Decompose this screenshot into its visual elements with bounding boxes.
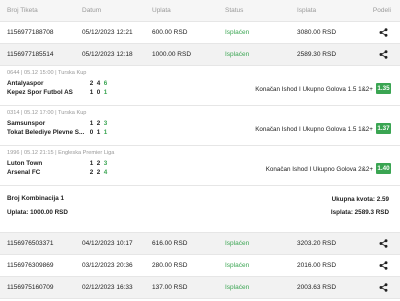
ticket-payout: 2003.63 RSD bbox=[297, 284, 337, 291]
ticket-id: 1156977188708 bbox=[7, 29, 54, 36]
odd-badge: 1.35 bbox=[376, 83, 391, 94]
ticket-date: 02/12/2023 16:33 bbox=[82, 284, 133, 291]
share-icon[interactable] bbox=[379, 261, 388, 270]
score-ht: 2 bbox=[89, 169, 94, 176]
bet-pick: Konačan Ishod I Ukupno Golova 2&2+ bbox=[265, 166, 373, 173]
share-button[interactable] bbox=[367, 261, 400, 270]
match-meta: 0314 | 05.12 17:00 | Turska Kup bbox=[7, 110, 87, 116]
ticket-stake: 1000.00 RSD bbox=[152, 51, 192, 58]
away-team: Kepez Spor Futbol AS bbox=[7, 89, 73, 96]
col-ticket-id: Broj Tiketa bbox=[7, 7, 38, 14]
ticket-date: 04/12/2023 10:17 bbox=[82, 240, 133, 247]
ticket-stake: 600.00 RSD bbox=[152, 29, 188, 36]
score-ht: 2 bbox=[89, 80, 94, 87]
col-date: Datum bbox=[82, 7, 102, 14]
score-ht: 1 bbox=[89, 160, 94, 167]
share-button[interactable] bbox=[367, 283, 400, 292]
share-icon[interactable] bbox=[379, 28, 388, 37]
share-button[interactable] bbox=[367, 239, 400, 248]
table-header: Broj Tiketa Datum Uplata Status Isplata … bbox=[0, 0, 400, 22]
score-sh: 2 bbox=[96, 160, 101, 167]
score-sh: 0 bbox=[96, 89, 101, 96]
col-status: Status bbox=[225, 7, 244, 14]
table-row[interactable]: 1156975160709 02/12/2023 16:33 137.00 RS… bbox=[0, 277, 400, 299]
score-total: 4 bbox=[103, 169, 108, 176]
table-row[interactable]: 1156976309869 03/12/2023 20:36 280.00 RS… bbox=[0, 255, 400, 277]
share-button[interactable] bbox=[367, 28, 400, 37]
ticket-payout: 3080.00 RSD bbox=[297, 29, 337, 36]
ticket-id: 1156977185514 bbox=[7, 51, 54, 58]
score-total: 6 bbox=[103, 80, 108, 87]
away-team: Tokat Belediye Plevne S... bbox=[7, 129, 85, 136]
score-total: 1 bbox=[103, 129, 108, 136]
score-sh: 2 bbox=[96, 169, 101, 176]
match-item: 0644 | 05.12 15:00 | Turska Kup Antalyas… bbox=[0, 66, 400, 106]
match-item: 1996 | 05.12 21:15 | Engleska Premier Li… bbox=[0, 146, 400, 186]
score-ht: 1 bbox=[89, 120, 94, 127]
ticket-stake: 616.00 RSD bbox=[152, 240, 188, 247]
ticket-status: Isplaćen bbox=[225, 240, 250, 247]
score-total: 3 bbox=[103, 160, 108, 167]
col-stake: Uplata bbox=[152, 7, 171, 14]
score-ht: 0 bbox=[89, 129, 94, 136]
odd-badge: 1.40 bbox=[376, 163, 391, 174]
score-total: 3 bbox=[103, 120, 108, 127]
ticket-status: Isplaćen bbox=[225, 284, 250, 291]
away-team: Arsenal FC bbox=[7, 169, 41, 176]
ticket-date: 03/12/2023 20:36 bbox=[82, 262, 133, 269]
ticket-status: Isplaćen bbox=[225, 262, 250, 269]
odd-badge: 1.37 bbox=[376, 123, 391, 134]
match-meta: 0644 | 05.12 15:00 | Turska Kup bbox=[7, 70, 87, 76]
ticket-status: Isplaćen bbox=[225, 29, 250, 36]
score-sh: 2 bbox=[96, 120, 101, 127]
ticket-id: 1156976309869 bbox=[7, 262, 54, 269]
ticket-payout: 2016.00 RSD bbox=[297, 262, 337, 269]
ticket-status: Isplaćen bbox=[225, 51, 250, 58]
score-ht: 1 bbox=[89, 89, 94, 96]
ticket-payout: 3203.20 RSD bbox=[297, 240, 337, 247]
ticket-details: 0644 | 05.12 15:00 | Turska Kup Antalyas… bbox=[0, 66, 400, 233]
table-row[interactable]: 1156977188708 05/12/2023 12:21 600.00 RS… bbox=[0, 22, 400, 44]
ticket-id: 1156975160709 bbox=[7, 284, 54, 291]
ticket-id: 1156976503371 bbox=[7, 240, 54, 247]
ticket-date: 05/12/2023 12:18 bbox=[82, 51, 133, 58]
total-odd: Ukupna kvota: 2.59 bbox=[331, 196, 389, 203]
score-sh: 1 bbox=[96, 129, 101, 136]
match-meta: 1996 | 05.12 21:15 | Engleska Premier Li… bbox=[7, 150, 115, 156]
ticket-payout: 2589.30 RSD bbox=[297, 51, 337, 58]
tickets-table: Broj Tiketa Datum Uplata Status Isplata … bbox=[0, 0, 400, 301]
summary-payout: Isplata: 2589.3 RSD bbox=[330, 209, 389, 216]
score-sh: 4 bbox=[96, 80, 101, 87]
ticket-stake: 280.00 RSD bbox=[152, 262, 188, 269]
col-share: Podeli bbox=[372, 7, 391, 14]
bet-pick: Konačan Ishod I Ukupno Golova 1.5 1&2+ bbox=[255, 86, 373, 93]
share-icon[interactable] bbox=[379, 283, 388, 292]
home-team: Samsunspor bbox=[7, 120, 46, 127]
home-team: Antalyaspor bbox=[7, 80, 44, 87]
share-icon[interactable] bbox=[379, 50, 388, 59]
score-total: 1 bbox=[103, 89, 108, 96]
bet-pick: Konačan Ishod I Ukupno Golova 1.5 1&2+ bbox=[255, 126, 373, 133]
table-row[interactable]: 1156976503371 04/12/2023 10:17 616.00 RS… bbox=[0, 233, 400, 255]
share-button[interactable] bbox=[367, 50, 400, 59]
share-icon[interactable] bbox=[379, 239, 388, 248]
home-team: Luton Town bbox=[7, 160, 43, 167]
ticket-date: 05/12/2023 12:21 bbox=[82, 29, 133, 36]
col-payout: Isplata bbox=[297, 7, 317, 14]
match-item: 0314 | 05.12 17:00 | Turska Kup Samsunsp… bbox=[0, 106, 400, 146]
ticket-summary: Broj Kombinacija 1 Uplata: 1000.00 RSD U… bbox=[0, 186, 400, 233]
ticket-stake: 137.00 RSD bbox=[152, 284, 188, 291]
table-row[interactable]: 1156977185514 05/12/2023 12:18 1000.00 R… bbox=[0, 44, 400, 66]
